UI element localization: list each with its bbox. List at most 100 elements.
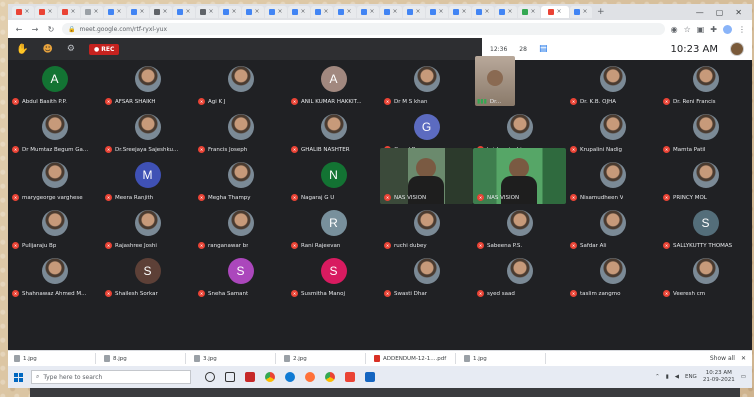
participant-tile[interactable]: ✕ Rajashree Joshi xyxy=(101,206,194,252)
close-tab-icon[interactable]: × xyxy=(70,9,75,15)
close-tab-icon[interactable]: × xyxy=(530,9,535,15)
close-tab-icon[interactable]: × xyxy=(300,9,305,15)
minimize-icon[interactable]: — xyxy=(696,8,704,17)
browser-tab[interactable]: × xyxy=(357,6,379,18)
close-tab-icon[interactable]: × xyxy=(93,9,98,15)
raise-hand-icon[interactable]: ✋ xyxy=(16,44,28,55)
close-tab-icon[interactable]: × xyxy=(369,9,374,15)
participant-tile[interactable]: ✕ Swasti Dhar xyxy=(380,254,473,300)
browser-tab[interactable]: × xyxy=(58,6,80,18)
participant-tile[interactable]: ✕ Shahnawaz Ahmed M... xyxy=(8,254,101,300)
browser-tab[interactable]: × xyxy=(495,6,517,18)
participant-tile[interactable]: S ✕ Susmitha Manoj xyxy=(287,254,380,300)
download-item[interactable]: 2.jpg xyxy=(284,353,366,364)
browser-tab[interactable]: × xyxy=(288,6,310,18)
participant-tile[interactable]: S ✕ SALLYKUTTY THOMAS xyxy=(659,206,752,252)
browser-tab[interactable]: × xyxy=(403,6,425,18)
puzzle-icon[interactable]: ✚ xyxy=(710,25,717,34)
participant-tile[interactable]: ✕ Nisamudheen V xyxy=(566,158,659,204)
profile-avatar[interactable] xyxy=(723,24,732,34)
browser-tab[interactable]: × xyxy=(570,6,592,18)
participant-tile[interactable]: ✕ Dr. K.B. OJHA xyxy=(566,62,659,108)
notification-icon[interactable]: ▭ xyxy=(741,374,746,380)
close-tab-icon[interactable]: × xyxy=(116,9,121,15)
browser-tab[interactable]: × xyxy=(426,6,448,18)
browser-tab[interactable]: × xyxy=(518,6,540,18)
download-item[interactable]: 3.jpg xyxy=(194,353,276,364)
participant-tile[interactable]: ✕ Megha Thampy xyxy=(194,158,287,204)
participant-tile[interactable]: ✕ Agi K J xyxy=(194,62,287,108)
participant-tile[interactable]: R ✕ Rani Rajeevan xyxy=(287,206,380,252)
back-icon[interactable]: ← xyxy=(14,25,24,34)
participant-tile[interactable]: ✕ Dr.Sreejaya Sajeshku... xyxy=(101,110,194,156)
participant-tile[interactable]: ✕ ruchi dubey xyxy=(380,206,473,252)
participant-tile[interactable]: ✕ Safdar Ali xyxy=(566,206,659,252)
browser-tab[interactable]: × xyxy=(242,6,264,18)
participant-tile[interactable]: A ✕ Abdul Basith P.P. xyxy=(8,62,101,108)
participant-tile[interactable]: ✕ Dr M S khan xyxy=(380,62,473,108)
download-item[interactable]: 8.jpg xyxy=(104,353,186,364)
participant-tile[interactable]: ✕ Veeresh cm xyxy=(659,254,752,300)
browser-tab[interactable]: × xyxy=(311,6,333,18)
participant-tile[interactable]: S ✕ Sneha Samant xyxy=(194,254,287,300)
participant-tile[interactable]: ✕ GHALIB NASHTER xyxy=(287,110,380,156)
close-tab-icon[interactable]: × xyxy=(254,9,259,15)
close-tab-icon[interactable]: × xyxy=(231,9,236,15)
volume-icon[interactable]: ◀ xyxy=(675,374,679,380)
tray-clock[interactable]: 10:23 AM 21-09-2021 xyxy=(703,370,735,384)
download-item[interactable]: 1.jpg xyxy=(14,353,96,364)
close-tab-icon[interactable]: × xyxy=(438,9,443,15)
browser-tab[interactable]: × xyxy=(127,6,149,18)
close-tab-icon[interactable]: × xyxy=(461,9,466,15)
participant-tile[interactable]: ✕ Dr. Reni Francis xyxy=(659,62,752,108)
close-tab-icon[interactable]: × xyxy=(392,9,397,15)
close-tab-icon[interactable]: × xyxy=(556,9,561,15)
browser-tab[interactable]: × xyxy=(334,6,356,18)
browser-tab[interactable]: × xyxy=(173,6,195,18)
browser-tab[interactable]: × xyxy=(35,6,57,18)
close-tab-icon[interactable]: × xyxy=(415,9,420,15)
chrome-icon-2[interactable] xyxy=(325,372,335,382)
close-tab-icon[interactable]: × xyxy=(507,9,512,15)
browser-tab[interactable]: × xyxy=(219,6,241,18)
participant-tile[interactable]: ✕ Dr Mumtaz Begum Ga... xyxy=(8,110,101,156)
self-avatar[interactable] xyxy=(730,42,744,56)
close-tab-icon[interactable]: × xyxy=(162,9,167,15)
taskbar-search[interactable]: ⌕ Type here to search xyxy=(31,370,191,384)
maximize-icon[interactable]: ▢ xyxy=(716,8,724,17)
language-indicator[interactable]: ENG xyxy=(685,374,697,380)
participant-tile[interactable]: ✕ Francis Joseph xyxy=(194,110,287,156)
participant-tile[interactable]: ✕ Mamta Patil xyxy=(659,110,752,156)
show-all-link[interactable]: Show all xyxy=(710,355,735,362)
cortana-icon[interactable] xyxy=(205,372,215,382)
extension-icon[interactable]: ▣ xyxy=(697,25,705,34)
edge-icon[interactable] xyxy=(285,372,295,382)
participant-tile[interactable]: ✕ NAS VISION xyxy=(380,148,473,204)
browser-tab[interactable]: × xyxy=(380,6,402,18)
browser-tab[interactable]: × xyxy=(449,6,471,18)
close-tab-icon[interactable]: × xyxy=(208,9,213,15)
windows-start-icon[interactable] xyxy=(14,372,23,382)
participant-tile[interactable]: ▮▮▮ Dr... xyxy=(473,56,566,108)
browser-tab[interactable]: × xyxy=(81,6,103,18)
close-tab-icon[interactable]: × xyxy=(346,9,351,15)
close-tab-icon[interactable]: × xyxy=(277,9,282,15)
participant-tile[interactable]: ✕ Sabeena P.S. xyxy=(473,206,566,252)
close-tab-icon[interactable]: × xyxy=(24,9,29,15)
browser-tab[interactable]: × xyxy=(541,6,569,18)
url-input[interactable]: 🔒 meet.google.com/rtf-ryxl-yux xyxy=(62,23,665,35)
participant-tile[interactable]: ✕ Pulijaraju Bp xyxy=(8,206,101,252)
app-icon[interactable] xyxy=(345,372,355,382)
user-icon[interactable]: ☻ xyxy=(42,44,52,55)
participant-tile[interactable]: N ✕ Nagaraj G U xyxy=(287,158,380,204)
forward-icon[interactable]: → xyxy=(30,25,40,34)
reload-icon[interactable]: ↻ xyxy=(46,25,56,34)
close-tab-icon[interactable]: × xyxy=(582,9,587,15)
browser-tab[interactable]: × xyxy=(265,6,287,18)
download-item[interactable]: 1.jpg xyxy=(464,353,546,364)
browser-tab[interactable]: × xyxy=(472,6,494,18)
chrome-icon[interactable] xyxy=(265,372,275,382)
browser-tab[interactable]: × xyxy=(12,6,34,18)
participant-tile[interactable]: ✕ NAS VISION xyxy=(473,148,566,204)
browser-tab[interactable]: × xyxy=(196,6,218,18)
